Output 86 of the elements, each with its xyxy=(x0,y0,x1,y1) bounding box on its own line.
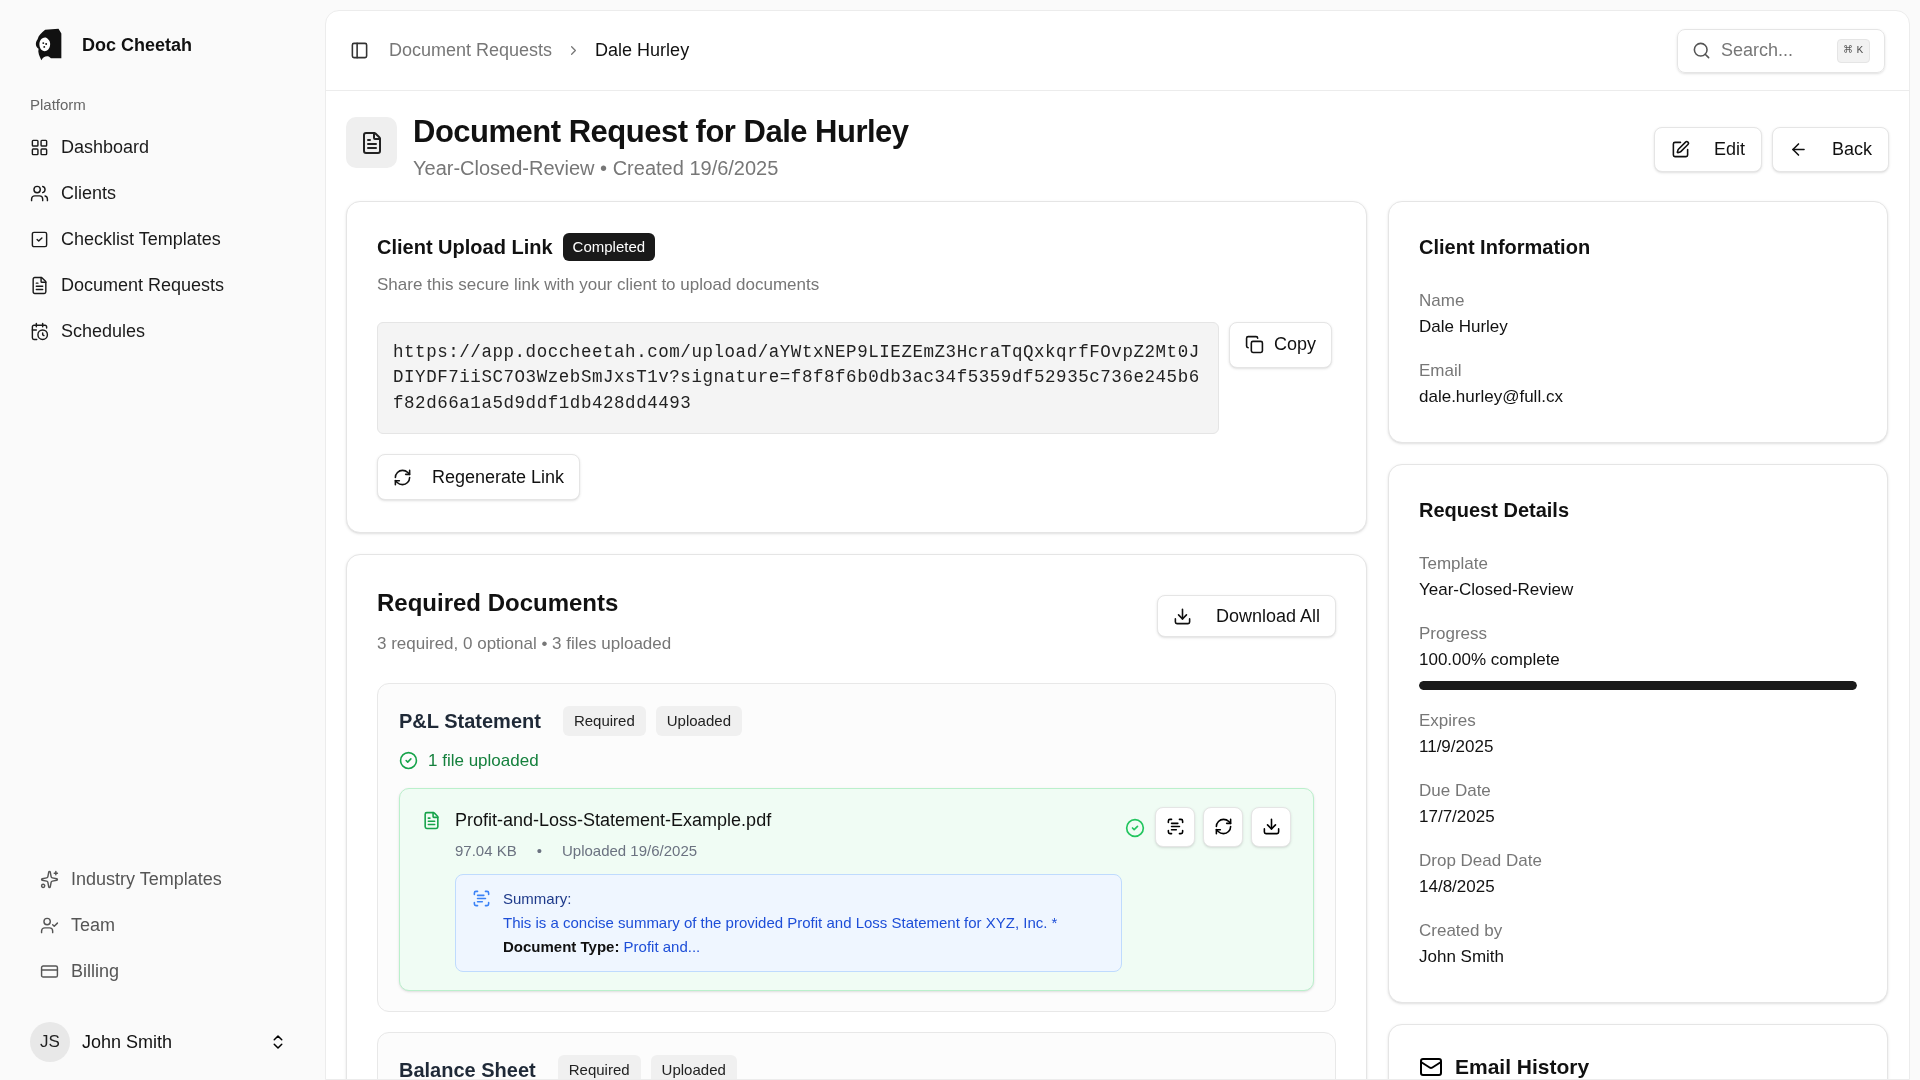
sidebar-item[interactable]: Dashboard xyxy=(20,124,305,171)
scan-text-icon xyxy=(472,889,491,908)
summary-label: Summary: xyxy=(503,889,573,909)
refresh-icon xyxy=(393,467,412,487)
copy-button[interactable]: Copy xyxy=(1229,321,1333,368)
user-menu[interactable]: JS John Smith xyxy=(20,1018,305,1066)
field-value: 17/7/2025 xyxy=(1419,806,1496,828)
document-name: P&L Statement xyxy=(399,708,541,734)
regenerate-link-button[interactable]: Regenerate Link xyxy=(377,454,581,500)
copy-icon xyxy=(1245,335,1264,354)
download-icon xyxy=(1261,817,1281,836)
document-name: Balance Sheet xyxy=(399,1058,536,1079)
documents-summary: 3 required, 0 optional • 3 files uploaded xyxy=(377,633,672,655)
sidebar-item[interactable]: Billing xyxy=(30,948,305,994)
sidebar-toggle-icon[interactable] xyxy=(350,41,369,60)
sidebar-item[interactable]: Clients xyxy=(20,170,305,217)
field-value: Dale Hurley xyxy=(1419,316,1509,338)
document-icon xyxy=(30,276,49,295)
calendar-clock-icon xyxy=(30,322,49,341)
replace-button[interactable] xyxy=(1203,806,1243,847)
card-title: Client Upload Link xyxy=(377,235,553,260)
upload-date: Uploaded 19/6/2025 xyxy=(562,840,698,861)
field-label: Created by xyxy=(1419,920,1504,942)
section-label: Platform xyxy=(29,95,87,115)
field-value: 14/8/2025 xyxy=(1419,876,1496,898)
upload-url: https://app.doccheetah.com/upload/aYWtxNEP9LIEZEmZ3HcraTqQxkqrfFOvpZ2Mt0JDIYDF7iiSC7O3WzebSmJxsT1v?signature=f8f8f6b0db3ac34f5359df52935c736e245b6f82d66a1a5d9ddf1db428dd4493 xyxy=(377,321,1219,434)
page-title: Document Request for Dale Hurley xyxy=(413,113,909,151)
file-icon xyxy=(422,810,441,830)
document-type: Document Type: Profit and... xyxy=(503,937,702,957)
document-tag: Required xyxy=(562,705,646,736)
sidebar-item[interactable]: Checklist Templates xyxy=(20,216,305,263)
field-value: dale.hurley@full.cx xyxy=(1419,386,1564,408)
field-label: Email xyxy=(1419,360,1463,382)
sparkles-icon xyxy=(40,869,59,889)
refresh-icon xyxy=(1213,817,1233,836)
grid-icon xyxy=(30,138,49,157)
file-size: 97.04 KB xyxy=(455,840,517,861)
field-label: Due Date xyxy=(1419,780,1492,802)
field-value: 11/9/2025 xyxy=(1419,736,1495,758)
card-title: Client Information xyxy=(1419,236,1591,258)
status-badge: Completed xyxy=(562,232,656,262)
upload-status: 1 file uploaded xyxy=(428,750,539,772)
checkbox-icon xyxy=(30,230,49,249)
users-icon xyxy=(30,184,49,203)
document-tag: Required xyxy=(557,1055,641,1079)
user-name: John Smith xyxy=(82,1030,174,1054)
field-label: Template xyxy=(1419,553,1489,575)
field-label: Name xyxy=(1419,290,1466,312)
card-title: Request Details xyxy=(1419,499,1570,521)
card-title: Required Documents xyxy=(377,588,620,618)
document-tag: Uploaded xyxy=(650,1055,737,1079)
summary-button[interactable] xyxy=(1155,806,1195,847)
field-label: Expires xyxy=(1419,710,1477,732)
scan-text-icon xyxy=(1165,817,1185,836)
separator-dot: • xyxy=(536,840,542,861)
breadcrumb-item[interactable]: Document Requests xyxy=(389,37,553,64)
download-button[interactable] xyxy=(1251,806,1291,847)
breadcrumb-item: Dale Hurley xyxy=(595,39,690,62)
avatar: JS xyxy=(30,1022,70,1062)
edit-icon xyxy=(1670,140,1690,159)
sidebar-item[interactable]: Team xyxy=(30,902,305,948)
field-value: John Smith xyxy=(1419,946,1506,968)
sidebar-item[interactable]: Document Requests xyxy=(20,262,305,309)
summary-text: This is a concise summary of the provided Profit and Loss Statement for XYZ, Inc. * xyxy=(503,913,1058,933)
search-box[interactable]: Search... ⌘ K xyxy=(1677,28,1885,73)
sidebar-item[interactable]: Schedules xyxy=(20,308,305,355)
field-value: Year-Closed-Review xyxy=(1419,579,1575,601)
file-name: Profit-and-Loss-Statement-Example.pdf xyxy=(455,808,773,832)
card-title: Email History xyxy=(1455,1054,1590,1079)
page-subtitle: Year-Closed-Review • Created 19/6/2025 xyxy=(413,156,780,181)
search-icon xyxy=(1692,41,1711,60)
field-value: 100.00% complete xyxy=(1419,649,1561,671)
field-label: Progress xyxy=(1419,623,1489,645)
shortcut-key: ⌘ K xyxy=(1836,38,1870,63)
edit-button[interactable]: Edit xyxy=(1653,127,1762,172)
sidebar-item[interactable]: Industry Templates xyxy=(30,856,305,902)
user-check-icon xyxy=(40,915,59,935)
card-description: Share this secure link with your client to upload documents xyxy=(377,274,821,296)
back-button[interactable]: Back xyxy=(1771,127,1889,172)
search-input[interactable]: Search... xyxy=(1721,37,1821,64)
document-tag: Uploaded xyxy=(655,705,742,736)
app-name: Doc Cheetah xyxy=(82,33,193,57)
field-label: Drop Dead Date xyxy=(1419,850,1543,872)
download-icon xyxy=(1172,606,1192,626)
check-circle-icon xyxy=(399,751,418,771)
download-all-button[interactable]: Download All xyxy=(1156,595,1336,637)
